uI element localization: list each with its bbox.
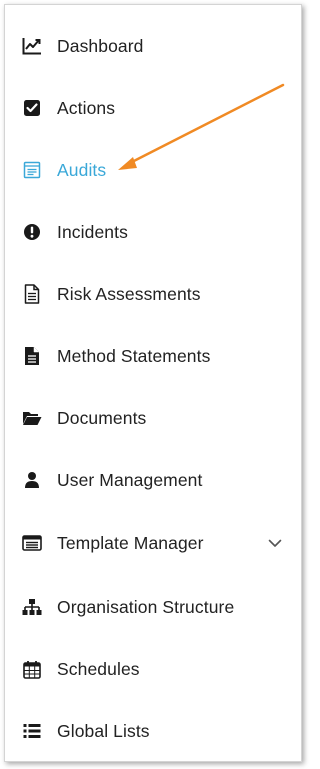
chevron-down-icon[interactable] [267, 535, 283, 551]
clipboard-list-icon [21, 159, 43, 181]
sidebar-item-global-lists[interactable]: Global Lists [5, 711, 301, 751]
exclamation-circle-icon [21, 221, 43, 243]
sidebar-menu: Dashboard Actions Audits Incidents Risk … [4, 4, 302, 762]
sitemap-icon [21, 596, 43, 618]
sidebar-item-actions[interactable]: Actions [5, 88, 301, 128]
window-list-icon [21, 532, 43, 554]
sidebar-item-label: Actions [57, 97, 116, 118]
folder-open-icon [21, 407, 43, 429]
calendar-icon [21, 658, 43, 680]
sidebar-item-template-manager[interactable]: Template Manager [5, 523, 301, 563]
sidebar-item-label: Template Manager [57, 532, 204, 553]
sidebar-item-method-statements[interactable]: Method Statements [5, 336, 301, 376]
sidebar-item-dashboard[interactable]: Dashboard [5, 26, 301, 66]
sidebar-item-risk-assessments[interactable]: Risk Assessments [5, 274, 301, 314]
sidebar-item-label: Method Statements [57, 345, 211, 366]
sidebar-item-organisation-structure[interactable]: Organisation Structure [5, 587, 301, 627]
document-outline-icon [21, 283, 43, 305]
checkbox-icon [21, 97, 43, 119]
sidebar-item-label: Schedules [57, 658, 140, 679]
sidebar-item-audits[interactable]: Audits [5, 150, 301, 190]
sidebar-item-incidents[interactable]: Incidents [5, 212, 301, 252]
list-icon [21, 720, 43, 742]
line-chart-icon [21, 35, 43, 57]
sidebar-item-label: User Management [57, 469, 203, 490]
document-filled-icon [21, 345, 43, 367]
sidebar-item-label: Dashboard [57, 35, 144, 56]
sidebar-item-label: Audits [57, 159, 107, 180]
sidebar-item-label: Global Lists [57, 720, 150, 741]
user-icon [21, 469, 43, 491]
sidebar-item-label: Risk Assessments [57, 283, 201, 304]
sidebar-item-user-management[interactable]: User Management [5, 460, 301, 500]
sidebar-item-label: Documents [57, 407, 147, 428]
sidebar-item-schedules[interactable]: Schedules [5, 649, 301, 689]
sidebar-item-label: Organisation Structure [57, 596, 235, 617]
sidebar-item-label: Incidents [57, 221, 128, 242]
sidebar-item-documents[interactable]: Documents [5, 398, 301, 438]
